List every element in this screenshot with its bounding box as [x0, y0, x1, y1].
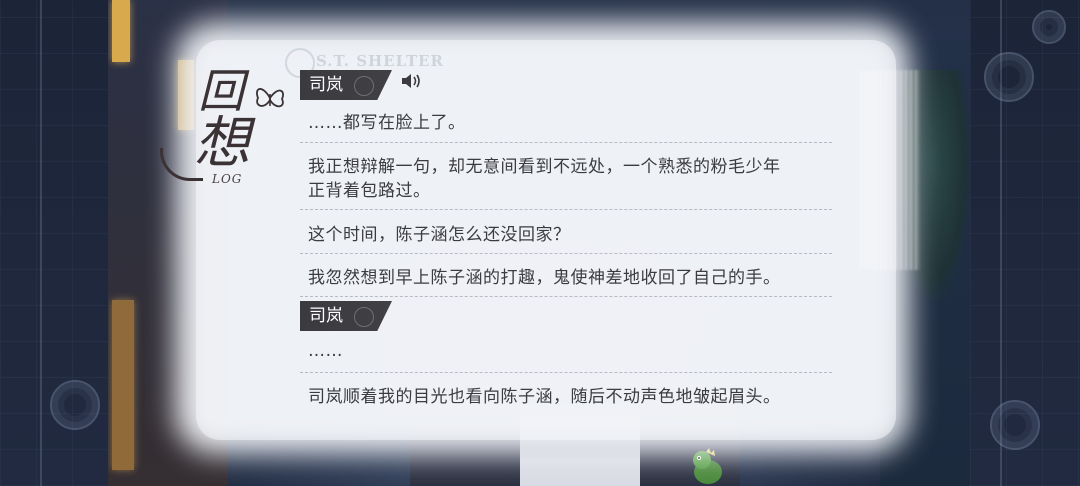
rose-ornament-icon: [984, 52, 1034, 102]
rose-ornament-icon: [990, 400, 1040, 450]
title-subtitle: LOG: [212, 172, 243, 186]
entry-divider: [300, 142, 832, 143]
log-line: 我忽然想到早上陈子涵的打趣，鬼使神差地收回了自己的手。: [308, 268, 781, 288]
entry-divider: [300, 209, 832, 210]
entry-divider: [300, 372, 832, 373]
mist-fringe: [860, 70, 920, 270]
rose-ornament-icon: [1032, 10, 1066, 44]
entry-divider: [300, 296, 832, 297]
butterfly-icon: [256, 88, 284, 108]
title-char-1: 回: [198, 64, 244, 118]
log-line: ……都写在脸上了。: [308, 113, 466, 133]
rose-ornament-icon: [354, 307, 374, 327]
entry-divider: [300, 253, 832, 254]
log-line: 正背着包路过。: [308, 181, 431, 201]
log-line: ……: [308, 341, 343, 361]
lit-window: [112, 0, 130, 62]
speaker-sound-icon[interactable]: [400, 72, 422, 90]
left-border-pattern: [0, 0, 108, 486]
title-swirl-decoration: [160, 148, 203, 181]
log-line: 这个时间，陈子涵怎么还没回家？: [308, 225, 571, 245]
right-border-pattern: [970, 0, 1080, 486]
log-title: 回 想 LOG: [160, 68, 290, 188]
lit-doorway: [112, 300, 134, 470]
speaker-tag: 司岚: [300, 301, 392, 331]
rose-ornament-icon: [50, 380, 100, 430]
speaker-name: 司岚: [309, 306, 343, 326]
log-line: 我正想辩解一句，却无意间看到不远处，一个熟悉的粉毛少年: [308, 157, 781, 177]
speaker-name: 司岚: [309, 75, 343, 95]
speaker-tag: 司岚: [300, 70, 392, 100]
log-line: 司岚顺着我的目光也看向陈子涵，随后不动声色地皱起眉头。: [308, 387, 781, 407]
rose-ornament-icon: [354, 76, 374, 96]
